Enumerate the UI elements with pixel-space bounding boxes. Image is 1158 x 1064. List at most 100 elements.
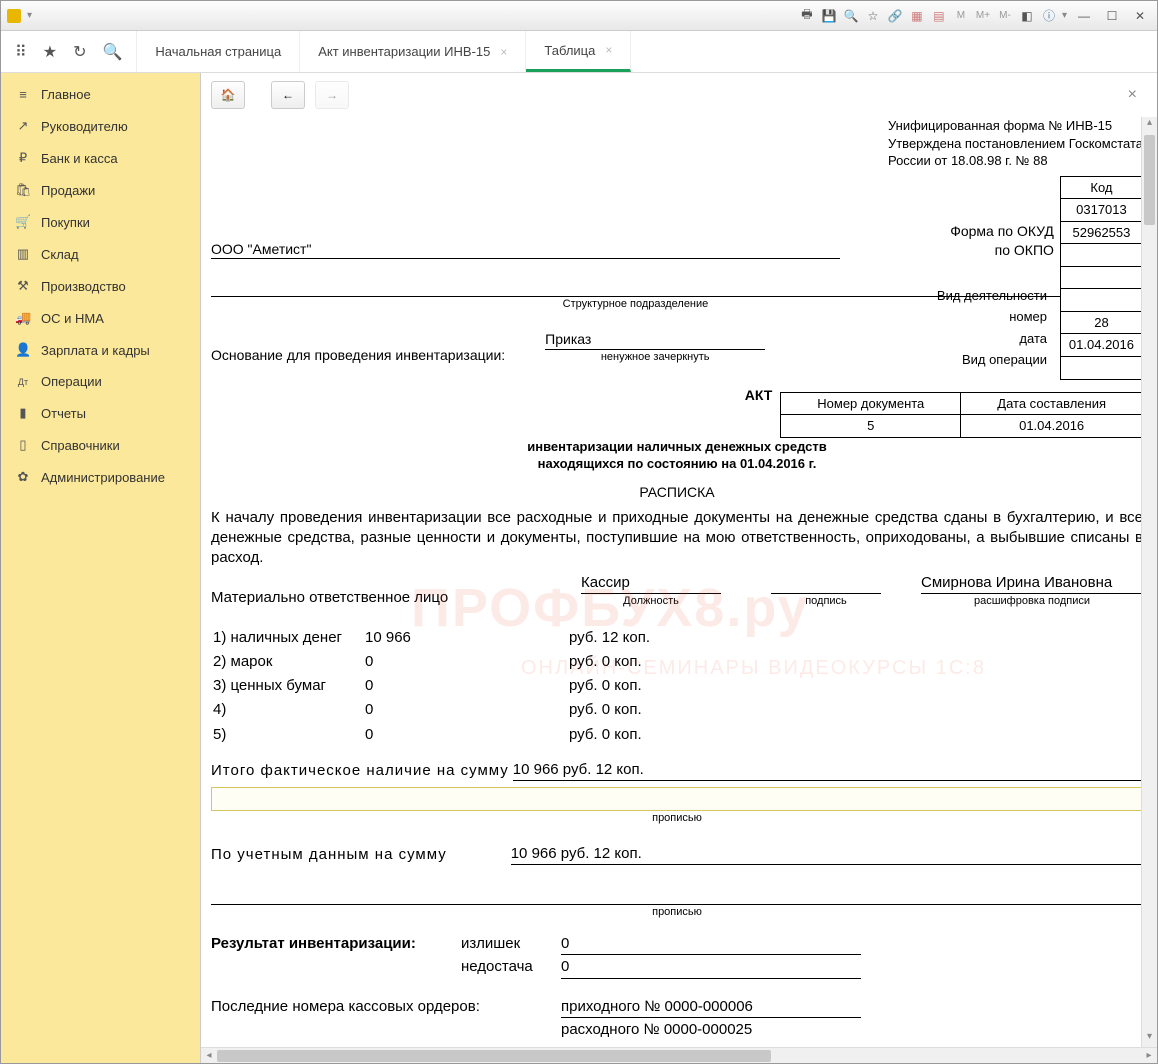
link-icon[interactable]: 🔗 [886, 7, 904, 25]
sidebar-item-purchases[interactable]: 🛒Покупки [1, 206, 200, 238]
form-approval-date: России от 18.08.98 г. № 88 [888, 152, 1143, 170]
vertical-scrollbar[interactable]: ▴ ▾ [1141, 117, 1157, 1047]
preview-icon[interactable]: 🔍 [842, 7, 860, 25]
table-row: 5)0руб. 0 коп. [213, 724, 650, 746]
sidebar-item-manager[interactable]: ↗ Руководителю [1, 110, 200, 142]
act-subtitle1: инвентаризации наличных денежных средств [211, 438, 1143, 456]
sidebar-item-label: Справочники [41, 438, 120, 453]
in-words-input[interactable] [211, 787, 1143, 811]
scroll-left-icon[interactable]: ◂ [201, 1050, 217, 1061]
tab-table[interactable]: Таблица× [526, 31, 631, 72]
aux-labels: Вид деятельности номер дата Вид операции [929, 284, 1055, 372]
content-close-button[interactable]: × [1128, 86, 1147, 104]
sidebar-item-label: Продажи [41, 183, 95, 198]
document-area[interactable]: ПРОФБУХ8.ру ОНЛАЙН-СЕМИНАРЫ ВИДЕОКУРСЫ 1… [201, 117, 1157, 1047]
minimize-button[interactable]: — [1073, 7, 1095, 25]
table-row: 4)0руб. 0 коп. [213, 699, 650, 721]
signature-caption: подпись [771, 594, 881, 609]
form-header: Унифицированная форма № ИНВ-15 Утвержден… [888, 117, 1143, 170]
tab-act[interactable]: Акт инвентаризации ИНВ-15 × [300, 31, 526, 72]
m-icon[interactable]: M [952, 7, 970, 25]
history-icon[interactable]: ↻ [73, 42, 86, 62]
sidebar-item-label: Руководителю [41, 119, 128, 134]
docnum-value: 5 [781, 415, 961, 438]
titlebar: ▾ 🖶 💾 🔍 ☆ 🔗 ▦ ▤ M M+ M- ◧ ⓘ ▾ — ☐ ✕ [1, 1, 1157, 31]
menu-icon: ≡ [15, 87, 31, 102]
chart-icon: ↗ [15, 118, 31, 134]
okud-value: 0317013 [1060, 199, 1142, 222]
print-icon[interactable]: 🖶 [798, 7, 816, 25]
table-row: 2) марок0руб. 0 коп. [213, 651, 650, 673]
maximize-button[interactable]: ☐ [1101, 7, 1123, 25]
sidebar-item-admin[interactable]: ✿Администрирование [1, 461, 200, 493]
scroll-up-icon[interactable]: ▴ [1142, 117, 1157, 133]
favorite-icon[interactable]: ☆ [864, 7, 882, 25]
docnum-header: Номер документа [781, 392, 961, 415]
result-label: Результат инвентаризации: [211, 934, 461, 955]
sidebar-item-hr[interactable]: 👤Зарплата и кадры [1, 334, 200, 366]
sidebar-item-catalogs[interactable]: ▯Справочники [1, 429, 200, 461]
report-icon: ▮ [15, 405, 31, 421]
bag-icon: 🛍 [15, 182, 31, 198]
scroll-thumb[interactable] [1144, 135, 1155, 225]
sidebar-item-main[interactable]: ≡Главное [1, 79, 200, 110]
horizontal-scrollbar[interactable]: ◂ ▸ [201, 1047, 1157, 1063]
truck-icon: 🚚 [15, 310, 31, 326]
sidebar-item-warehouse[interactable]: ▥Склад [1, 238, 200, 270]
tab-close-icon[interactable]: × [605, 43, 612, 57]
name-value: Смирнова Ирина Ивановна [921, 573, 1143, 594]
sidebar-item-reports[interactable]: ▮ Отчеты [1, 397, 200, 429]
m-minus-icon[interactable]: M- [996, 7, 1014, 25]
apps-icon[interactable]: ⠿ [15, 42, 27, 62]
doc-number-table: Номер документа Дата составления 5 01.04… [780, 392, 1143, 438]
surplus-label: излишек [461, 934, 561, 955]
scroll-right-icon[interactable]: ▸ [1141, 1050, 1157, 1061]
okud-label: Форма по ОКУД [840, 222, 1054, 241]
total-label: Итого фактическое наличие на сумму [211, 761, 509, 781]
surplus-value: 0 [561, 934, 861, 955]
forward-button[interactable]: → [315, 81, 349, 109]
sidebar-item-label: Операции [41, 374, 102, 389]
docdate-header: Дата составления [961, 392, 1143, 415]
grid-icon: ▥ [15, 246, 31, 262]
tab-close-icon[interactable]: × [500, 45, 507, 59]
gear-icon: ✿ [15, 469, 31, 485]
info-dropdown-icon[interactable]: ▾ [1062, 10, 1067, 21]
sidebar-item-sales[interactable]: 🛍 Продажи [1, 174, 200, 206]
ruble-icon: ₽ [15, 150, 31, 166]
save-icon[interactable]: 💾 [820, 7, 838, 25]
dtkt-icon: Дт [15, 377, 31, 387]
sidebar-item-operations[interactable]: Дт Операции [1, 366, 200, 397]
number-label: номер [931, 307, 1053, 327]
docdate-value: 01.04.2016 [961, 415, 1143, 438]
form-approval: Утверждена постановлением Госкомстата [888, 135, 1143, 153]
scroll-down-icon[interactable]: ▾ [1142, 1031, 1157, 1047]
sidebar-item-label: Отчеты [41, 406, 86, 421]
table-row: 1) наличных денег10 966руб. 12 коп. [213, 627, 650, 649]
close-button[interactable]: ✕ [1129, 7, 1151, 25]
calculator-icon[interactable]: ▦ [908, 7, 926, 25]
in-words-caption: прописью [211, 811, 1143, 826]
tab-start[interactable]: Начальная страница [137, 31, 300, 72]
sidebar-item-production[interactable]: ⚒Производство [1, 270, 200, 302]
total-value: 10 966 руб. 12 коп. [513, 760, 1143, 781]
panel-icon[interactable]: ◧ [1018, 7, 1036, 25]
book-label: По учетным данным на сумму [211, 845, 447, 865]
act-subtitle2: находящихся по состоянию на 01.04.2016 г… [211, 455, 1143, 473]
info-icon[interactable]: ⓘ [1040, 7, 1058, 25]
calendar-icon[interactable]: ▤ [930, 7, 948, 25]
shortage-label: недостача [461, 957, 561, 978]
sidebar-item-assets[interactable]: 🚚ОС и НМА [1, 302, 200, 334]
hscroll-thumb[interactable] [217, 1050, 771, 1062]
back-button[interactable]: ← [271, 81, 305, 109]
sidebar-item-label: Производство [41, 279, 126, 294]
m-plus-icon[interactable]: M+ [974, 7, 992, 25]
star-icon[interactable]: ★ [43, 42, 57, 62]
responsible-label: Материально ответственное лицо [211, 588, 491, 608]
tab-label: Акт инвентаризации ИНВ-15 [318, 44, 490, 59]
home-button[interactable]: 🏠 [211, 81, 245, 109]
search-icon[interactable]: 🔍 [102, 42, 122, 62]
organization-field: ООО "Аметист" [211, 240, 840, 260]
dropdown-icon[interactable]: ▾ [27, 10, 32, 21]
sidebar-item-bank[interactable]: ₽Банк и касса [1, 142, 200, 174]
